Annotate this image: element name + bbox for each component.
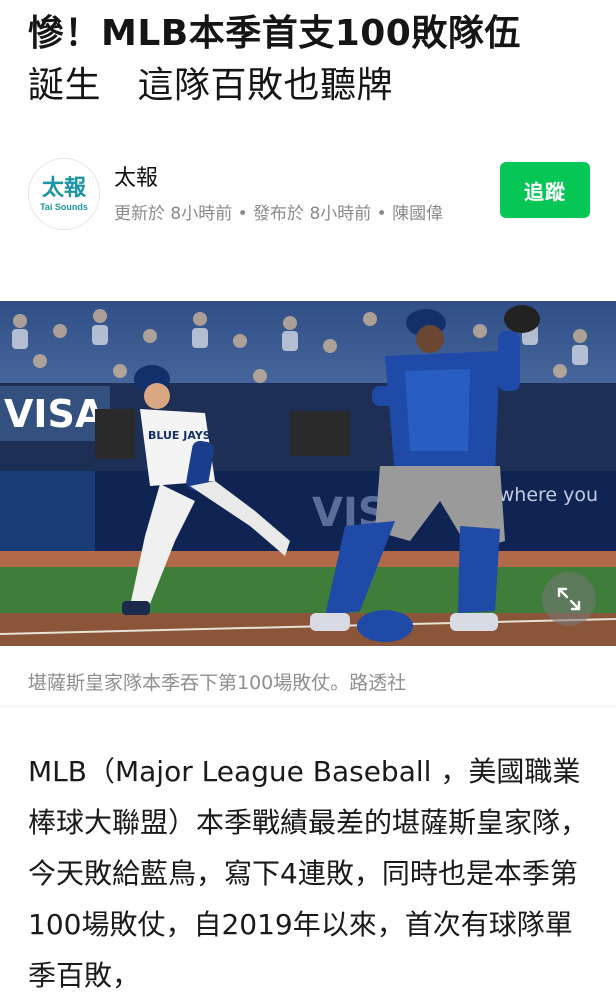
publisher-name[interactable]: 太報 <box>114 160 158 192</box>
baseball-scene-illustration: VISA VISA erywhere you BLUE JAYS <box>0 301 616 646</box>
logo-subtext: Tai Sounds <box>40 202 88 212</box>
visa-sign-left: VISA <box>4 392 105 436</box>
headline-line-1: 慘！MLB本季首支100敗隊伍 <box>28 13 521 54</box>
headline-line-2: 誕生 這隊百敗也聽牌 <box>28 65 394 106</box>
photo-caption: 堪薩斯皇家隊本季吞下第100場敗仗。路透社 <box>28 672 407 694</box>
article-body: MLB（Major League Baseball ，美國職業棒球大聯盟）本季戰… <box>28 755 589 992</box>
divider <box>0 706 616 707</box>
logo-text: 太報 <box>41 176 86 201</box>
source-row: 太報 Tai Sounds 太報 更新於 8小時前 • 發布於 8小時前 • 陳… <box>28 158 592 258</box>
article-headline: 慘！MLB本季首支100敗隊伍 誕生 這隊百敗也聽牌 <box>28 8 598 112</box>
expand-arrows-icon <box>557 587 581 611</box>
jersey-text: BLUE JAYS <box>148 429 211 442</box>
publisher-logo[interactable]: 太報 Tai Sounds <box>28 158 100 230</box>
article-photo[interactable]: VISA VISA erywhere you BLUE JAYS <box>0 301 616 646</box>
article-meta: 更新於 8小時前 • 發布於 8小時前 • 陳國偉 <box>114 204 444 224</box>
follow-button[interactable]: 追蹤 <box>500 162 590 218</box>
expand-icon[interactable] <box>542 572 596 626</box>
